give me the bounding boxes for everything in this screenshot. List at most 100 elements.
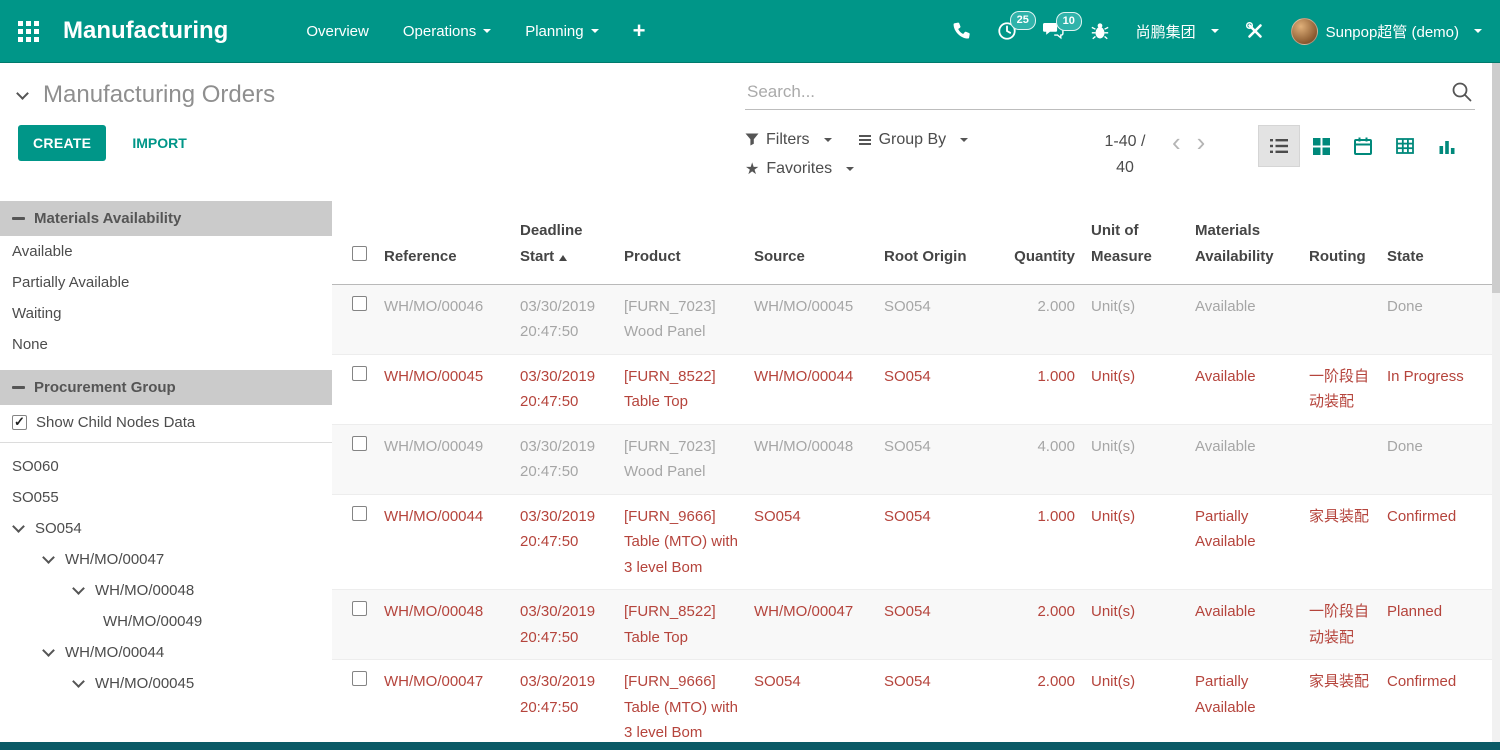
table-row[interactable]: WH/MO/00047 03/30/2019 20:47:50 [FURN_96… bbox=[332, 660, 1500, 743]
column-header-materials-availability[interactable]: Materials Availability bbox=[1187, 196, 1301, 284]
pager-previous-icon[interactable]: ‹ bbox=[1172, 129, 1181, 155]
filters-label: Filters bbox=[766, 131, 810, 149]
chevron-down-icon[interactable] bbox=[72, 582, 85, 595]
show-child-nodes-toggle[interactable]: Show Child Nodes Data bbox=[0, 405, 332, 443]
cell-product: [FURN_7023] Wood Panel bbox=[616, 284, 746, 354]
favorites-dropdown[interactable]: ★ Favorites bbox=[745, 159, 854, 179]
row-checkbox[interactable] bbox=[352, 436, 367, 451]
column-header-routing[interactable]: Routing bbox=[1301, 196, 1379, 284]
tree-item-wh-mo-00048[interactable]: WH/MO/00048 bbox=[0, 575, 332, 606]
chevron-down-icon bbox=[846, 167, 854, 171]
column-label: Root Origin bbox=[884, 248, 967, 265]
cell-state: Confirmed bbox=[1379, 494, 1500, 590]
pager-range[interactable]: 1-40 / 40 bbox=[1095, 129, 1155, 182]
scrollbar-thumb[interactable] bbox=[1492, 63, 1500, 293]
bug-icon[interactable] bbox=[1090, 21, 1110, 41]
cell-product: [FURN_7023] Wood Panel bbox=[616, 424, 746, 494]
graph-view-button[interactable] bbox=[1426, 125, 1468, 167]
column-header-state[interactable]: State bbox=[1379, 196, 1500, 284]
search-input[interactable] bbox=[745, 79, 1475, 110]
tree-item-label: WH/MO/00044 bbox=[65, 644, 164, 661]
cell-availability: Available bbox=[1187, 590, 1301, 660]
tree-item-so060[interactable]: SO060 bbox=[0, 451, 332, 482]
chevron-down-icon[interactable] bbox=[42, 551, 55, 564]
import-button[interactable]: IMPORT bbox=[132, 135, 186, 151]
bar-chart-icon bbox=[1438, 138, 1456, 154]
filter-item-partially-available[interactable]: Partially Available bbox=[0, 267, 332, 298]
chevron-down-icon[interactable] bbox=[72, 675, 85, 688]
chevron-down-icon[interactable] bbox=[42, 644, 55, 657]
tree-item-so055[interactable]: SO055 bbox=[0, 482, 332, 513]
create-button[interactable]: CREATE bbox=[18, 125, 106, 161]
tree-item-wh-mo-00049[interactable]: WH/MO/00049 bbox=[0, 606, 332, 637]
collapse-minus-icon bbox=[12, 386, 25, 389]
section-title: Materials Availability bbox=[34, 210, 181, 227]
pivot-view-button[interactable] bbox=[1384, 125, 1426, 167]
vertical-scrollbar[interactable] bbox=[1492, 63, 1500, 742]
table-row[interactable]: WH/MO/00046 03/30/2019 20:47:50 [FURN_70… bbox=[332, 284, 1500, 354]
apps-grid-icon[interactable] bbox=[18, 21, 39, 42]
messages-icon[interactable]: 10 bbox=[1043, 22, 1064, 40]
cell-product: [FURN_8522] Table Top bbox=[616, 590, 746, 660]
column-header-reference[interactable]: Reference bbox=[376, 196, 512, 284]
column-header-source[interactable]: Source bbox=[746, 196, 876, 284]
row-checkbox[interactable] bbox=[352, 671, 367, 686]
calendar-view-button[interactable] bbox=[1342, 125, 1384, 167]
show-child-nodes-checkbox[interactable] bbox=[12, 415, 27, 430]
tree-item-wh-mo-00045[interactable]: WH/MO/00045 bbox=[0, 668, 332, 699]
table-row[interactable]: WH/MO/00048 03/30/2019 20:47:50 [FURN_85… bbox=[332, 590, 1500, 660]
row-checkbox[interactable] bbox=[352, 506, 367, 521]
app-title[interactable]: Manufacturing bbox=[63, 17, 228, 45]
column-header-product[interactable]: Product bbox=[616, 196, 746, 284]
chevron-down-icon[interactable] bbox=[16, 87, 29, 100]
tree-item-so054[interactable]: SO054 bbox=[0, 513, 332, 544]
table-row[interactable]: WH/MO/00044 03/30/2019 20:47:50 [FURN_96… bbox=[332, 494, 1500, 590]
select-all-checkbox[interactable] bbox=[352, 246, 367, 261]
tree-item-wh-mo-00044[interactable]: WH/MO/00044 bbox=[0, 637, 332, 668]
cell-root-origin: SO054 bbox=[876, 284, 1006, 354]
chevron-down-icon[interactable] bbox=[12, 520, 25, 533]
menu-planning[interactable]: Planning bbox=[525, 23, 598, 40]
group-by-dropdown[interactable]: Group By bbox=[858, 131, 969, 149]
section-procurement-group[interactable]: Procurement Group bbox=[0, 370, 332, 405]
filter-item-available[interactable]: Available bbox=[0, 236, 332, 267]
user-menu[interactable]: Sunpop超管 (demo) bbox=[1291, 18, 1482, 45]
tree-item-wh-mo-00047[interactable]: WH/MO/00047 bbox=[0, 544, 332, 575]
table-row[interactable]: WH/MO/00049 03/30/2019 20:47:50 [FURN_70… bbox=[332, 424, 1500, 494]
pager-next-icon[interactable]: › bbox=[1197, 129, 1206, 155]
row-checkbox[interactable] bbox=[352, 296, 367, 311]
menu-overview[interactable]: Overview bbox=[306, 23, 369, 40]
activities-clock-icon[interactable]: 25 bbox=[997, 21, 1017, 41]
filter-item-none[interactable]: None bbox=[0, 329, 332, 360]
company-switcher[interactable]: 尚鹏集团 bbox=[1136, 21, 1219, 42]
column-header-uom[interactable]: Unit of Measure bbox=[1083, 196, 1187, 284]
menu-operations[interactable]: Operations bbox=[403, 23, 491, 40]
funnel-icon bbox=[745, 133, 759, 146]
add-menu-button[interactable]: + bbox=[633, 18, 646, 44]
menu-operations-label: Operations bbox=[403, 23, 476, 40]
kanban-view-button[interactable] bbox=[1300, 125, 1342, 167]
cell-reference: WH/MO/00044 bbox=[376, 494, 512, 590]
section-materials-availability[interactable]: Materials Availability bbox=[0, 201, 332, 236]
row-checkbox[interactable] bbox=[352, 366, 367, 381]
table-row[interactable]: WH/MO/00045 03/30/2019 20:47:50 [FURN_85… bbox=[332, 354, 1500, 424]
list-view-button[interactable] bbox=[1258, 125, 1300, 167]
filter-item-waiting[interactable]: Waiting bbox=[0, 298, 332, 329]
column-label: Reference bbox=[384, 248, 457, 265]
star-icon: ★ bbox=[745, 159, 759, 179]
tools-wrench-icon[interactable] bbox=[1245, 21, 1265, 41]
column-header-root-origin[interactable]: Root Origin bbox=[876, 196, 1006, 284]
row-checkbox[interactable] bbox=[352, 601, 367, 616]
filters-dropdown[interactable]: Filters bbox=[745, 131, 832, 149]
search-icon[interactable] bbox=[1451, 81, 1473, 108]
column-header-deadline-start[interactable]: Deadline Start bbox=[512, 196, 616, 284]
cell-source: WH/MO/00044 bbox=[746, 354, 876, 424]
cell-quantity: 1.000 bbox=[1006, 354, 1083, 424]
top-menu: Overview Operations Planning + bbox=[306, 18, 645, 44]
list-icon bbox=[1270, 138, 1288, 154]
column-header-quantity[interactable]: Quantity bbox=[1006, 196, 1083, 284]
cell-source: WH/MO/00047 bbox=[746, 590, 876, 660]
phone-icon[interactable] bbox=[951, 21, 971, 41]
page-title: Manufacturing Orders bbox=[43, 81, 275, 109]
cell-source: SO054 bbox=[746, 660, 876, 743]
